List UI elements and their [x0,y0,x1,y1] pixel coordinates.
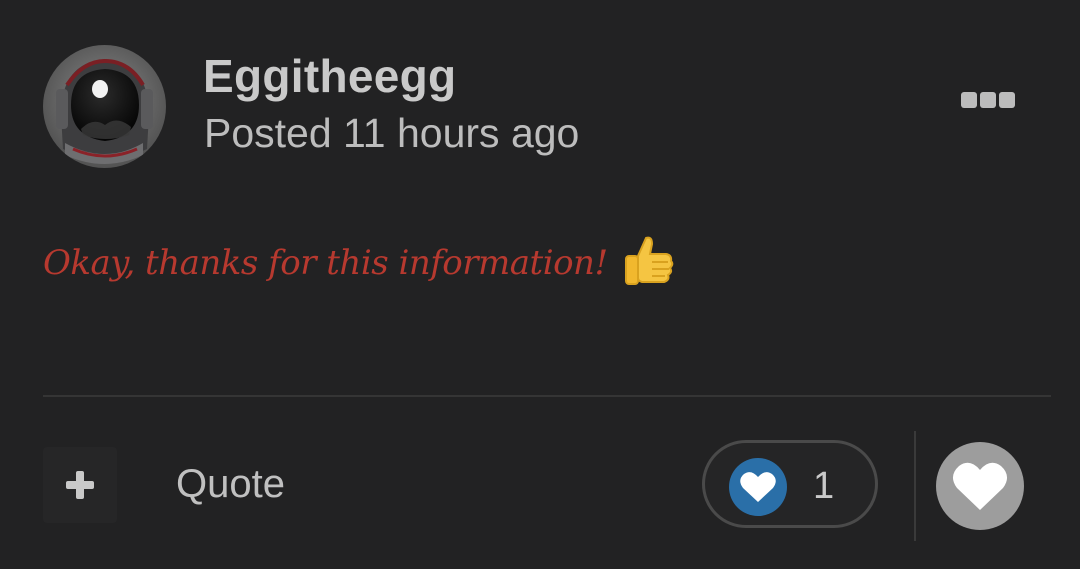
plus-icon [66,471,94,499]
reactions-summary-button[interactable]: 1 [702,440,878,528]
astronaut-helmet-icon [43,45,166,168]
footer-separator [914,431,916,541]
more-options-button[interactable] [955,86,1021,116]
ellipsis-icon [961,92,1015,108]
forum-post: Eggitheegg Posted 11 hours ago Okay, tha… [0,0,1080,569]
divider [43,395,1051,397]
like-button[interactable] [936,442,1024,530]
heart-icon [740,472,776,502]
post-content: Okay, thanks for this information! [43,228,674,298]
post-message: Okay, thanks for this information! [43,243,608,283]
add-button[interactable] [43,447,117,523]
reaction-count: 1 [813,465,835,507]
thumbs-up-icon [622,234,674,293]
author-name[interactable]: Eggitheegg [203,49,456,103]
avatar[interactable] [43,45,166,168]
quote-button[interactable]: Quote [176,462,285,507]
post-timestamp: Posted 11 hours ago [204,110,580,156]
heart-reaction-icon [729,458,787,516]
heart-icon [952,462,1008,510]
